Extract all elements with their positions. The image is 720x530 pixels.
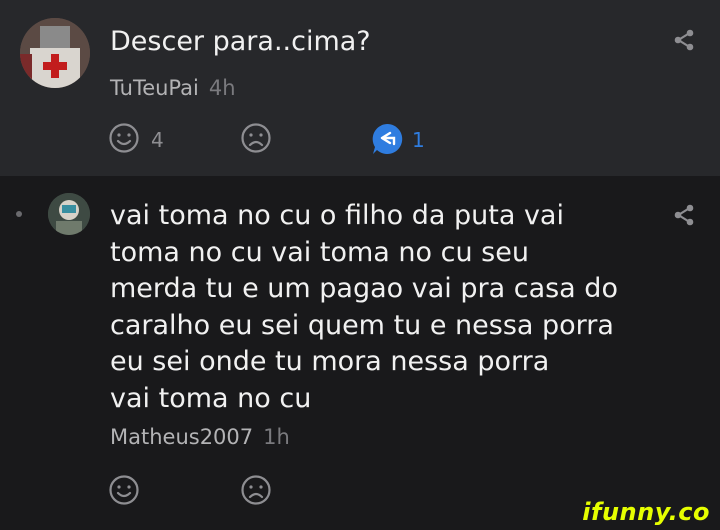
reply-line: eu sei onde tu mora nessa porra bbox=[110, 346, 550, 377]
post-author-avatar[interactable] bbox=[20, 18, 90, 88]
reply-line: vai toma no cu bbox=[110, 382, 312, 414]
post-card: Descer para..cima? TuTeuPai 4h 4 1 bbox=[0, 0, 720, 176]
smile-count: 4 bbox=[151, 128, 164, 152]
unsmile-icon[interactable] bbox=[240, 122, 272, 158]
post-title: Descer para..cima? bbox=[110, 26, 371, 57]
unsmile-icon[interactable] bbox=[240, 474, 272, 510]
post-username[interactable]: TuTeuPai bbox=[110, 76, 199, 100]
reply-icon[interactable] bbox=[370, 122, 404, 160]
reply-body: vai toma no cu o filho da puta vai toma … bbox=[110, 198, 618, 417]
post-meta: TuTeuPai 4h bbox=[110, 75, 236, 101]
reply-line: vai toma no cu o filho da puta vai bbox=[110, 200, 564, 231]
share-icon[interactable] bbox=[672, 203, 696, 231]
share-icon[interactable] bbox=[672, 28, 696, 56]
reply-author-avatar[interactable] bbox=[48, 193, 90, 235]
smile-icon[interactable] bbox=[108, 474, 140, 510]
reply-meta: Matheus2007 1h bbox=[110, 424, 290, 450]
reply-line: merda tu e um pagao vai pra casa do bbox=[110, 273, 618, 304]
reply-line: toma no cu vai toma no cu seu bbox=[110, 236, 529, 268]
reply-count[interactable]: 1 bbox=[412, 128, 425, 152]
ifunny-watermark: ifunny.co bbox=[582, 498, 710, 526]
reply-time: 1h bbox=[263, 425, 290, 449]
reply-line: caralho eu sei quem tu e nessa porra bbox=[110, 309, 614, 341]
reply-username[interactable]: Matheus2007 bbox=[110, 425, 253, 449]
post-time: 4h bbox=[208, 76, 236, 100]
thread-dot bbox=[16, 211, 22, 217]
smile-icon[interactable] bbox=[108, 122, 140, 158]
